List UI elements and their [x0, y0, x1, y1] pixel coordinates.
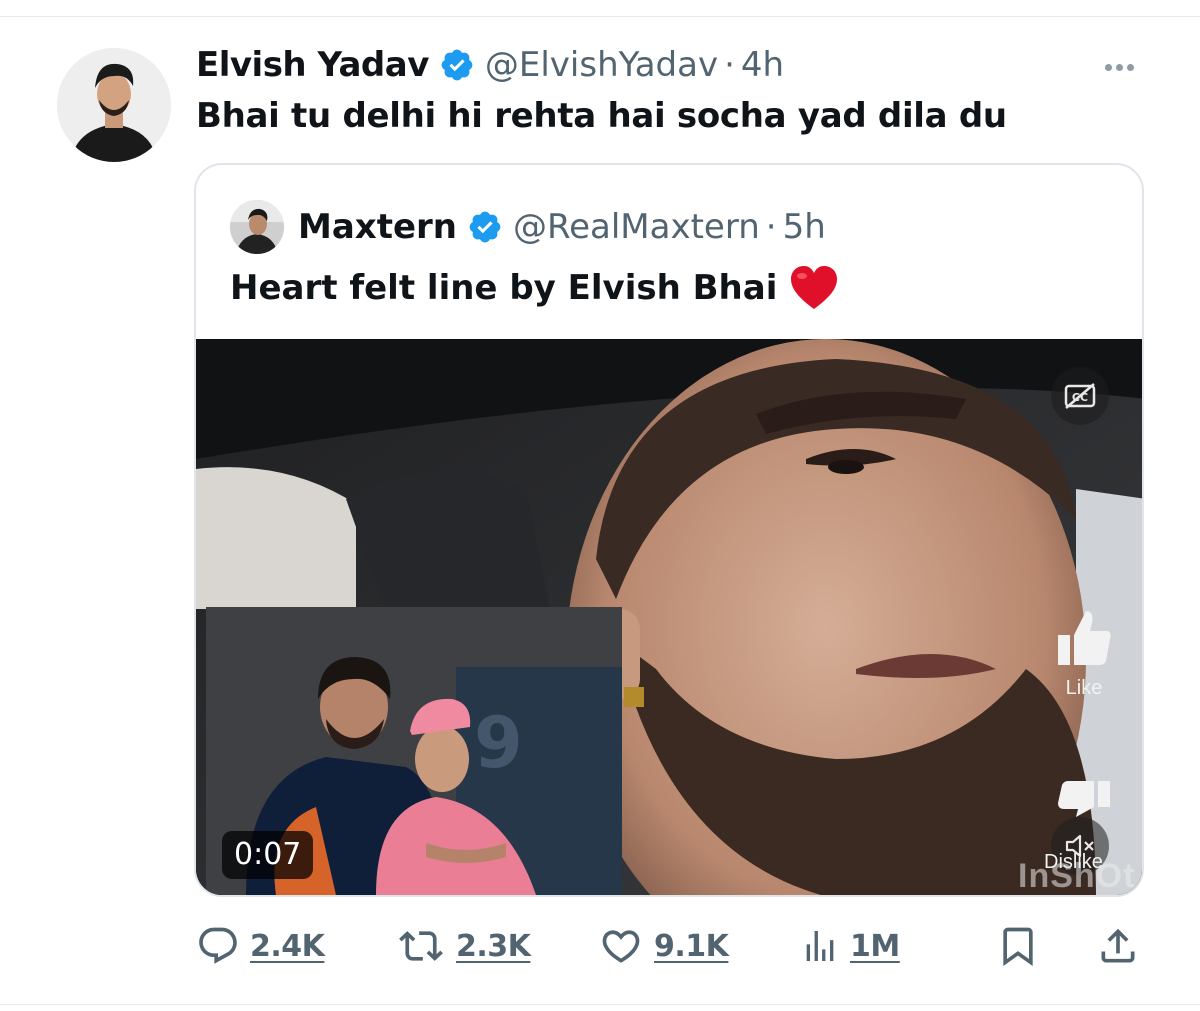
tweet-text: Bhai tu delhi hi rehta hai socha yad dil… [196, 96, 1007, 136]
tweet-timestamp[interactable]: 4h [741, 45, 784, 85]
bookmark-icon [1003, 927, 1033, 967]
thumbs-up-icon [1058, 611, 1111, 665]
share-icon [1101, 928, 1135, 963]
video-like-overlay: Like [1051, 607, 1117, 700]
views-icon [806, 931, 834, 961]
bookmark-button[interactable] [996, 918, 1040, 974]
separator-dot: · [765, 207, 777, 247]
top-divider [0, 16, 1200, 17]
author-handle[interactable]: @ElvishYadav [485, 45, 718, 85]
reply-icon [199, 927, 237, 964]
author-avatar[interactable] [57, 48, 171, 162]
view-count: 1M [850, 928, 900, 964]
quoted-tweet-text-row: Heart felt line by Elvish Bhai [230, 265, 839, 311]
reply-button[interactable]: 2.4K [196, 918, 325, 974]
video-player[interactable]: CC 9 0:07 [196, 339, 1142, 895]
quoted-author-name: Maxtern [298, 207, 457, 247]
tweet-action-bar: 2.4K 2.3K 9.1K 1M [196, 918, 1146, 974]
quoted-tweet-header: Maxtern @RealMaxtern · 5h [230, 199, 826, 255]
more-icon[interactable] [1097, 54, 1141, 80]
repost-count: 2.3K [456, 928, 531, 964]
svg-text:9: 9 [474, 702, 523, 784]
like-button[interactable]: 9.1K [598, 918, 729, 974]
tweet-header: Elvish Yadav @ElvishYadav · 4h [196, 42, 784, 88]
views-button[interactable]: 1M [800, 918, 900, 974]
avatar-image [57, 48, 171, 162]
red-heart-emoji [791, 266, 838, 309]
quoted-author-avatar [230, 200, 284, 254]
bottom-divider [0, 1004, 1200, 1005]
video-duration-badge: 0:07 [222, 831, 314, 879]
closed-captions-icon[interactable]: CC [1051, 367, 1109, 425]
like-icon [602, 930, 640, 963]
share-button[interactable] [1096, 918, 1140, 974]
like-count: 9.1K [654, 928, 729, 964]
repost-icon [399, 931, 443, 961]
author-name[interactable]: Elvish Yadav [196, 45, 429, 85]
video-like-label: Like [1065, 677, 1103, 699]
quoted-author-handle: @RealMaxtern [513, 207, 760, 247]
separator-dot: · [724, 45, 735, 85]
quoted-tweet-timestamp: 5h [782, 207, 826, 247]
reply-count: 2.4K [250, 928, 325, 964]
video-watermark: InShOt [1018, 857, 1136, 895]
verified-badge-icon [469, 211, 501, 243]
quoted-tweet-text: Heart felt line by Elvish Bhai [230, 268, 778, 308]
quoted-tweet-card[interactable]: Maxtern @RealMaxtern · 5h Heart felt lin… [194, 163, 1144, 897]
thumbs-down-icon [1058, 781, 1110, 817]
verified-badge-icon [441, 49, 473, 81]
repost-button[interactable]: 2.3K [396, 918, 531, 974]
